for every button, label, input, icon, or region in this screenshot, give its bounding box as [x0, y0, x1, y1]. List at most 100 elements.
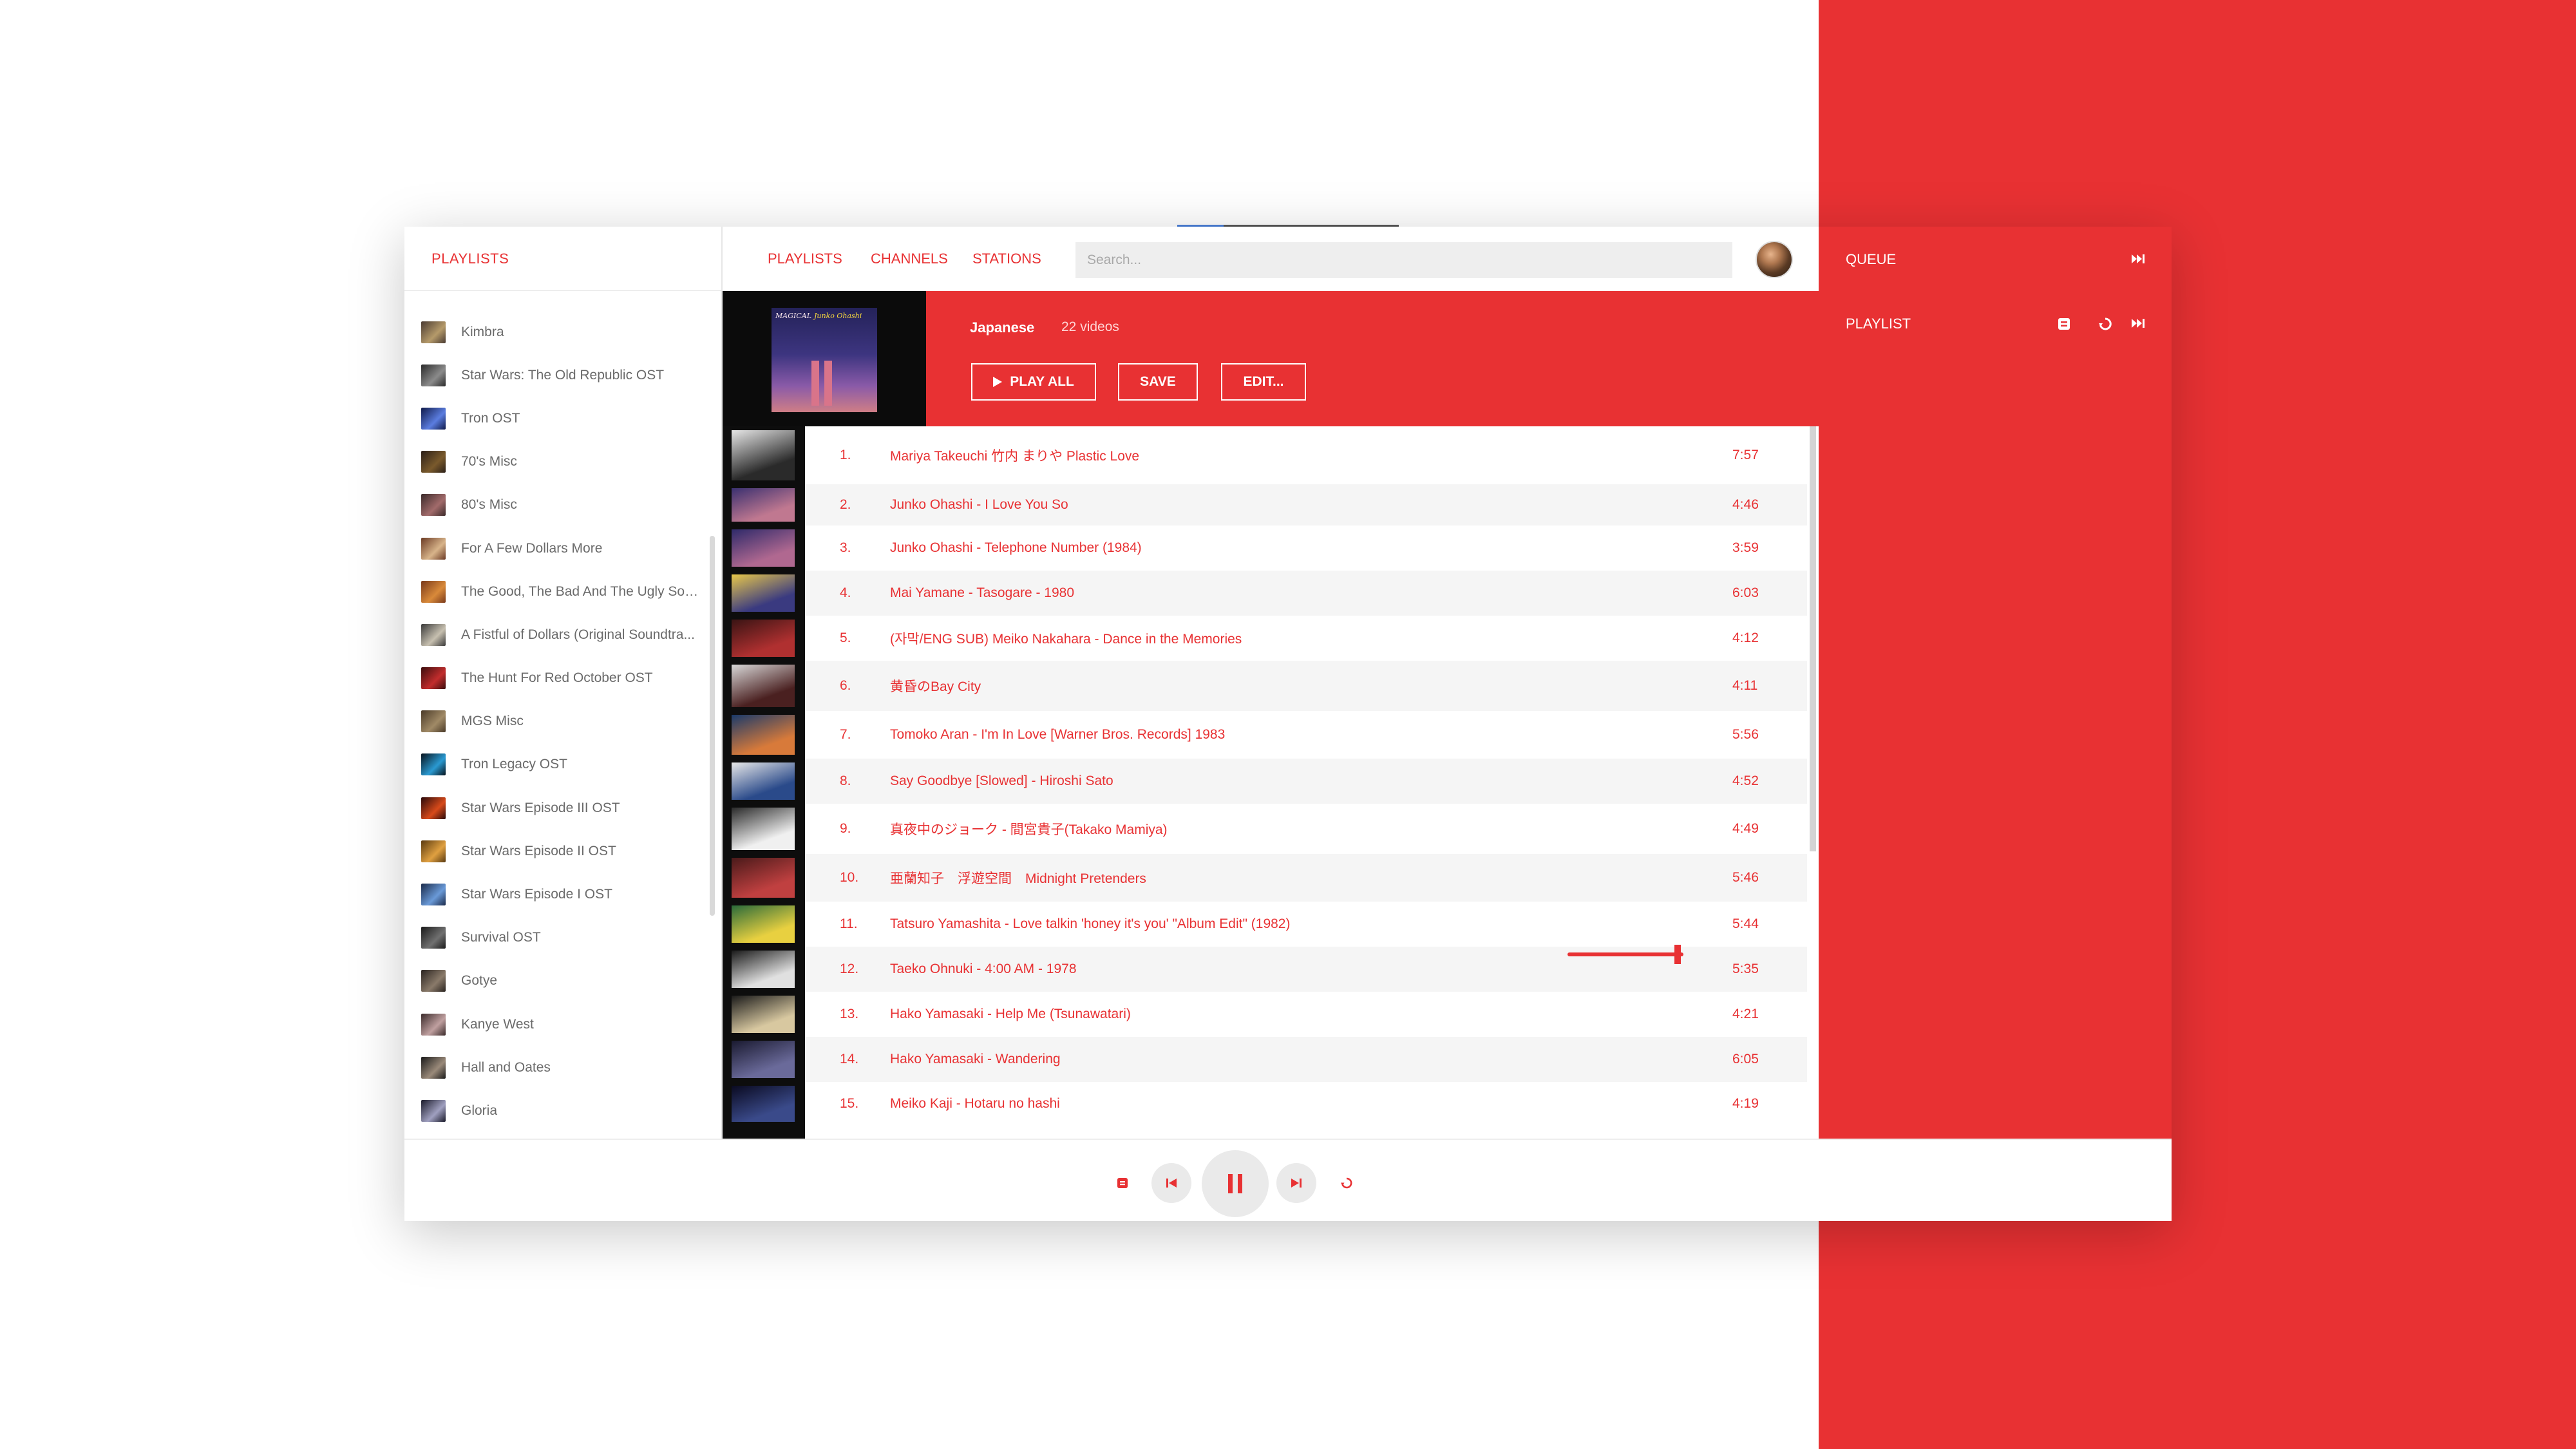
skip-previous-icon	[1166, 1179, 1177, 1188]
search-input[interactable]	[1075, 242, 1732, 278]
sidebar-playlist-item[interactable]: A Fistful of Dollars (Original Soundtra.…	[404, 613, 707, 656]
sidebar-playlist-item[interactable]: Tron Legacy OST	[404, 743, 707, 786]
sidebar-scrollbar[interactable]	[710, 536, 715, 916]
sidebar-playlist-item[interactable]: 80's Misc	[404, 484, 707, 527]
track-row[interactable]: 3. Junko Ohashi - Telephone Number (1984)…	[805, 526, 1807, 571]
track-row[interactable]: 13. Hako Yamasaki - Help Me (Tsunawatari)…	[805, 992, 1807, 1037]
sidebar-playlist-item[interactable]: Kanye West	[404, 1003, 707, 1046]
track-title: Mariya Takeuchi 竹内 まりや Plastic Love	[890, 449, 1140, 464]
shuffle-control-icon[interactable]	[1115, 1176, 1130, 1190]
track-row[interactable]: 15. Meiko Kaji - Hotaru no hashi 4:19	[805, 1082, 1807, 1126]
track-thumbnail	[732, 808, 795, 850]
playlist-label: Star Wars Episode III OST	[461, 800, 620, 815]
track-thumbnail	[732, 762, 795, 800]
edit-button[interactable]: EDIT...	[1221, 363, 1306, 401]
playlist-label: For A Few Dollars More	[461, 540, 603, 556]
track-row[interactable]: 5. (자막/ENG SUB) Meiko Nakahara - Dance in…	[805, 616, 1807, 661]
sidebar-playlist-item[interactable]: Star Wars Episode II OST	[404, 829, 707, 873]
track-row[interactable]: 10. 亜蘭知子 浮遊空間 Midnight Pretenders 5:46	[805, 854, 1807, 902]
tab-playlists[interactable]: PLAYLISTS	[768, 227, 842, 291]
track-row[interactable]: 14. Hako Yamasaki - Wandering 6:05	[805, 1037, 1807, 1082]
track-title: Mai Yamane - Tasogare - 1980	[890, 585, 1075, 600]
track-number: 6.	[840, 678, 851, 693]
track-title: Junko Ohashi - I Love You So	[890, 497, 1068, 512]
track-number: 15.	[840, 1096, 859, 1111]
sidebar-playlist-item[interactable]: For A Few Dollars More	[404, 527, 707, 570]
play-all-button[interactable]: PLAY ALL	[971, 363, 1096, 401]
playlist-label: Kanye West	[461, 1016, 534, 1032]
track-title: Tatsuro Yamashita - Love talkin 'honey i…	[890, 916, 1291, 931]
track-title: Hako Yamasaki - Help Me (Tsunawatari)	[890, 1007, 1131, 1021]
user-avatar[interactable]	[1756, 241, 1793, 278]
volume-slider-handle[interactable]	[1674, 945, 1681, 964]
album-cover-art: MAGICAL Junko Ohashi	[772, 308, 877, 412]
tab-stations[interactable]: STATIONS	[972, 227, 1041, 291]
queue-heading: QUEUE	[1846, 251, 1897, 267]
track-row[interactable]: 11. Tatsuro Yamashita - Love talkin 'hone…	[805, 902, 1807, 947]
playlist-thumbnail	[421, 623, 446, 646]
sidebar-playlist-item[interactable]: Star Wars: The Old Republic OST	[404, 354, 707, 397]
track-number: 12.	[840, 961, 859, 976]
cover-tower-right	[824, 361, 832, 406]
sidebar-playlist-item[interactable]: Kimbra	[404, 310, 707, 354]
previous-button[interactable]	[1151, 1163, 1191, 1203]
save-button[interactable]: SAVE	[1118, 363, 1198, 401]
playlist-thumbnail	[421, 580, 446, 603]
skip-next-icon	[1291, 1179, 1302, 1188]
playlist-video-count: 22 videos	[1061, 319, 1119, 334]
queue-skip-next-icon[interactable]	[2130, 252, 2146, 265]
sidebar-playlist-item[interactable]: Gotye	[404, 960, 707, 1003]
track-number: 13.	[840, 1007, 859, 1021]
playlist-label: 80's Misc	[461, 497, 517, 513]
track-row[interactable]: 7. Tomoko Aran - I'm In Love [Warner Bros…	[805, 711, 1807, 759]
playlist-thumbnail	[421, 537, 446, 560]
track-row[interactable]: 4. Mai Yamane - Tasogare - 1980 6:03	[805, 571, 1807, 616]
track-thumbnail	[732, 858, 795, 898]
playlist-skip-next-icon[interactable]	[2130, 317, 2146, 330]
track-number: 14.	[840, 1052, 859, 1066]
repeat-control-icon[interactable]	[1340, 1176, 1354, 1190]
track-thumbnail	[732, 951, 795, 988]
next-button[interactable]	[1276, 1163, 1316, 1203]
track-row[interactable]: 1. Mariya Takeuchi 竹内 まりや Plastic Love 7:5…	[805, 426, 1807, 484]
playlist-label: Kimbra	[461, 324, 504, 339]
track-row[interactable]: 9. 真夜中のジョーク - 間宮貴子(Takako Mamiya) 4:49	[805, 804, 1807, 854]
track-thumbnail	[732, 996, 795, 1033]
track-title: (자막/ENG SUB) Meiko Nakahara - Dance in t…	[890, 632, 1242, 647]
track-thumbnail-strip	[723, 426, 805, 1139]
track-number: 10.	[840, 870, 859, 885]
sidebar-playlist-item[interactable]: The Good, The Bad And The Ugly Sou...	[404, 570, 707, 613]
playlist-label: Tron OST	[461, 410, 520, 426]
sidebar-playlist-item[interactable]: Survival OST	[404, 916, 707, 960]
sidebar-playlist-item[interactable]: MGS Misc	[404, 700, 707, 743]
volume-slider[interactable]	[1567, 952, 1683, 956]
sidebar-playlist-item[interactable]: Hall and Oates	[404, 1046, 707, 1089]
sidebar-playlist-item[interactable]: Gloria	[404, 1089, 707, 1132]
playlist-label: MGS Misc	[461, 714, 524, 729]
track-duration: 6:05	[1732, 1052, 1759, 1066]
sidebar-playlist-item[interactable]: The Hunt For Red October OST	[404, 657, 707, 700]
playlist-label: A Fistful of Dollars (Original Soundtra.…	[461, 627, 695, 642]
shuffle-icon[interactable]	[2057, 317, 2071, 331]
track-number: 11.	[840, 916, 858, 931]
sidebar-playlist-item[interactable]: 70's Misc	[404, 440, 707, 484]
sidebar-playlist-item[interactable]: Star Wars Episode III OST	[404, 786, 707, 829]
playlist-name: Japanese	[970, 319, 1035, 336]
track-list-scrollbar[interactable]	[1810, 426, 1816, 851]
sidebar-playlist-item[interactable]: Star Wars Episode I OST	[404, 873, 707, 916]
repeat-icon[interactable]	[2098, 317, 2112, 331]
track-title: Meiko Kaji - Hotaru no hashi	[890, 1096, 1060, 1111]
play-pause-button[interactable]	[1202, 1150, 1269, 1217]
track-duration: 4:19	[1732, 1096, 1759, 1111]
track-duration: 4:11	[1732, 678, 1758, 693]
playlist-thumbnail	[421, 364, 446, 386]
track-number: 8.	[840, 773, 851, 788]
track-title: Say Goodbye [Slowed] - Hiroshi Sato	[890, 773, 1113, 788]
track-row[interactable]: 8. Say Goodbye [Slowed] - Hiroshi Sato 4:5…	[805, 759, 1807, 804]
sidebar-playlist-item[interactable]: Tron OST	[404, 397, 707, 440]
track-row[interactable]: 2. Junko Ohashi - I Love You So 4:46	[805, 484, 1807, 526]
queue-panel: QUEUE PLAYLIST	[1819, 227, 2172, 1139]
track-title: Hako Yamasaki - Wandering	[890, 1052, 1061, 1066]
tab-channels[interactable]: CHANNELS	[871, 227, 948, 291]
track-row[interactable]: 6. 黄昏のBay City 4:11	[805, 661, 1807, 711]
